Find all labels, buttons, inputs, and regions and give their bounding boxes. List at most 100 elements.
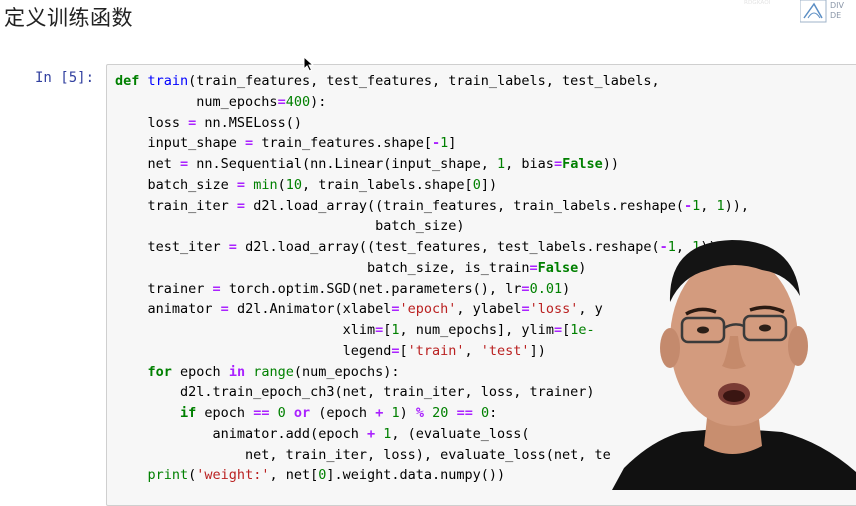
code-token: 1e-: [570, 322, 595, 338]
code-token: =: [529, 259, 538, 276]
code-line: loss = nn.MSELoss(): [115, 113, 749, 134]
code-token: animator.add(epoch: [115, 425, 367, 442]
code-token: ):: [310, 93, 327, 110]
code-token: , bias: [505, 156, 554, 172]
code-token: 0: [277, 405, 286, 421]
d2l-logo-icon: DIV DE: [796, 0, 856, 24]
code-token: =: [521, 280, 530, 297]
code-token: =: [391, 301, 400, 318]
code-token: +: [366, 425, 376, 442]
code-token: , train_labels.shape[: [302, 176, 473, 193]
code-token: batch_size: [115, 176, 237, 193]
code-token: 'loss': [529, 301, 579, 318]
code-token: 1: [497, 156, 506, 172]
code-token: 'weight:': [196, 467, 270, 484]
code-token: , y: [578, 301, 603, 318]
code-token: 0: [480, 405, 490, 421]
code-line: def train(train_features, test_features,…: [115, 71, 749, 92]
code-token: ==: [253, 405, 270, 421]
code-token: =: [228, 239, 237, 255]
code-token: )),: [724, 197, 750, 214]
code-token: test_iter: [115, 239, 229, 255]
code-token: ].weight.data.numpy()): [326, 467, 506, 484]
code-token: =: [553, 322, 563, 338]
logo-text-line1: DIV: [830, 1, 844, 10]
code-token: num_epochs: [115, 93, 278, 110]
code-token: 0: [472, 176, 481, 193]
code-token: train_features.shape[: [253, 135, 432, 152]
code-token: nn.MSELoss(): [196, 114, 302, 131]
code-token: 20: [432, 405, 449, 421]
code-token: (train_features, test_features, train_la…: [188, 73, 660, 89]
code-token: epoch: [196, 405, 254, 421]
code-token: , (evaluate_loss(: [391, 425, 530, 442]
code-token: ]): [480, 176, 498, 193]
code-token: :: [489, 405, 498, 421]
code-token: )): [602, 156, 619, 172]
presenter-video-overlay: [612, 240, 856, 490]
code-token: =: [553, 156, 563, 172]
code-token: =: [236, 197, 246, 214]
code-token: torch.optim.SGD(net.parameters(), lr: [220, 280, 522, 297]
code-token: net: [115, 156, 181, 172]
code-token: ): [562, 280, 571, 297]
code-token: if: [180, 405, 197, 421]
code-token: batch_size, is_train: [115, 259, 530, 276]
mouse-pointer-icon: [303, 56, 315, 72]
watermark-caption: ᴿᴰᴳᴷᴬᴼᴵ: [744, 0, 771, 10]
code-token: 'epoch': [399, 301, 457, 318]
code-token: 1: [391, 322, 400, 338]
code-token: =: [521, 301, 530, 318]
code-token: 0.01: [529, 280, 563, 297]
code-token: ]: [448, 135, 457, 152]
logo-text-line2: DE: [830, 11, 842, 20]
code-token: xlim: [115, 322, 376, 338]
code-token: d2l.load_array((train_features, train_la…: [245, 197, 684, 214]
code-token: batch_size): [115, 218, 465, 235]
code-line: batch_size = min(10, train_labels.shape[…: [115, 175, 749, 196]
code-token: (epoch: [310, 405, 376, 421]
code-token: 400: [285, 93, 311, 110]
code-token: ==: [456, 405, 473, 421]
code-token: %: [415, 405, 425, 421]
code-token: for: [147, 363, 172, 380]
code-token: d2l.train_epoch_ch3(net, train_iter, los…: [115, 384, 595, 401]
code-token: , num_epochs], ylim: [399, 322, 554, 338]
code-token: False: [562, 156, 603, 172]
code-token: 10: [285, 176, 302, 193]
code-token: =: [180, 156, 189, 172]
code-token: =: [245, 135, 254, 152]
code-token: (: [277, 176, 286, 193]
code-token: epoch: [171, 363, 229, 380]
code-token: ,: [700, 197, 717, 214]
code-line: input_shape = train_features.shape[-1]: [115, 133, 749, 154]
code-token: ]): [529, 342, 546, 359]
code-token: 1: [391, 405, 400, 421]
code-line: train_iter = d2l.load_array((train_featu…: [115, 196, 750, 217]
code-token: False: [537, 259, 579, 276]
code-token: animator: [115, 301, 221, 318]
code-token: or: [293, 405, 311, 421]
code-token: d2l.load_array((test_features, test_labe…: [236, 239, 660, 255]
code-token: =: [212, 280, 221, 297]
code-token: [: [562, 322, 571, 338]
code-line: num_epochs=400):: [115, 92, 749, 113]
code-token: [: [399, 342, 408, 359]
code-token: 'train': [407, 342, 465, 359]
code-token: =: [236, 176, 246, 193]
code-token: ): [399, 405, 416, 421]
code-token: ,: [464, 342, 481, 359]
code-token: net, train_iter, loss), evaluate_loss(ne…: [115, 446, 611, 463]
code-token: nn.Sequential(nn.Linear(input_shape,: [188, 156, 498, 172]
code-token: (num_epochs):: [293, 363, 400, 380]
code-token: loss: [115, 114, 189, 131]
code-token: 'test': [480, 342, 530, 359]
code-token: =: [220, 301, 229, 318]
code-token: , net[: [269, 467, 319, 484]
code-token: def: [115, 73, 140, 89]
